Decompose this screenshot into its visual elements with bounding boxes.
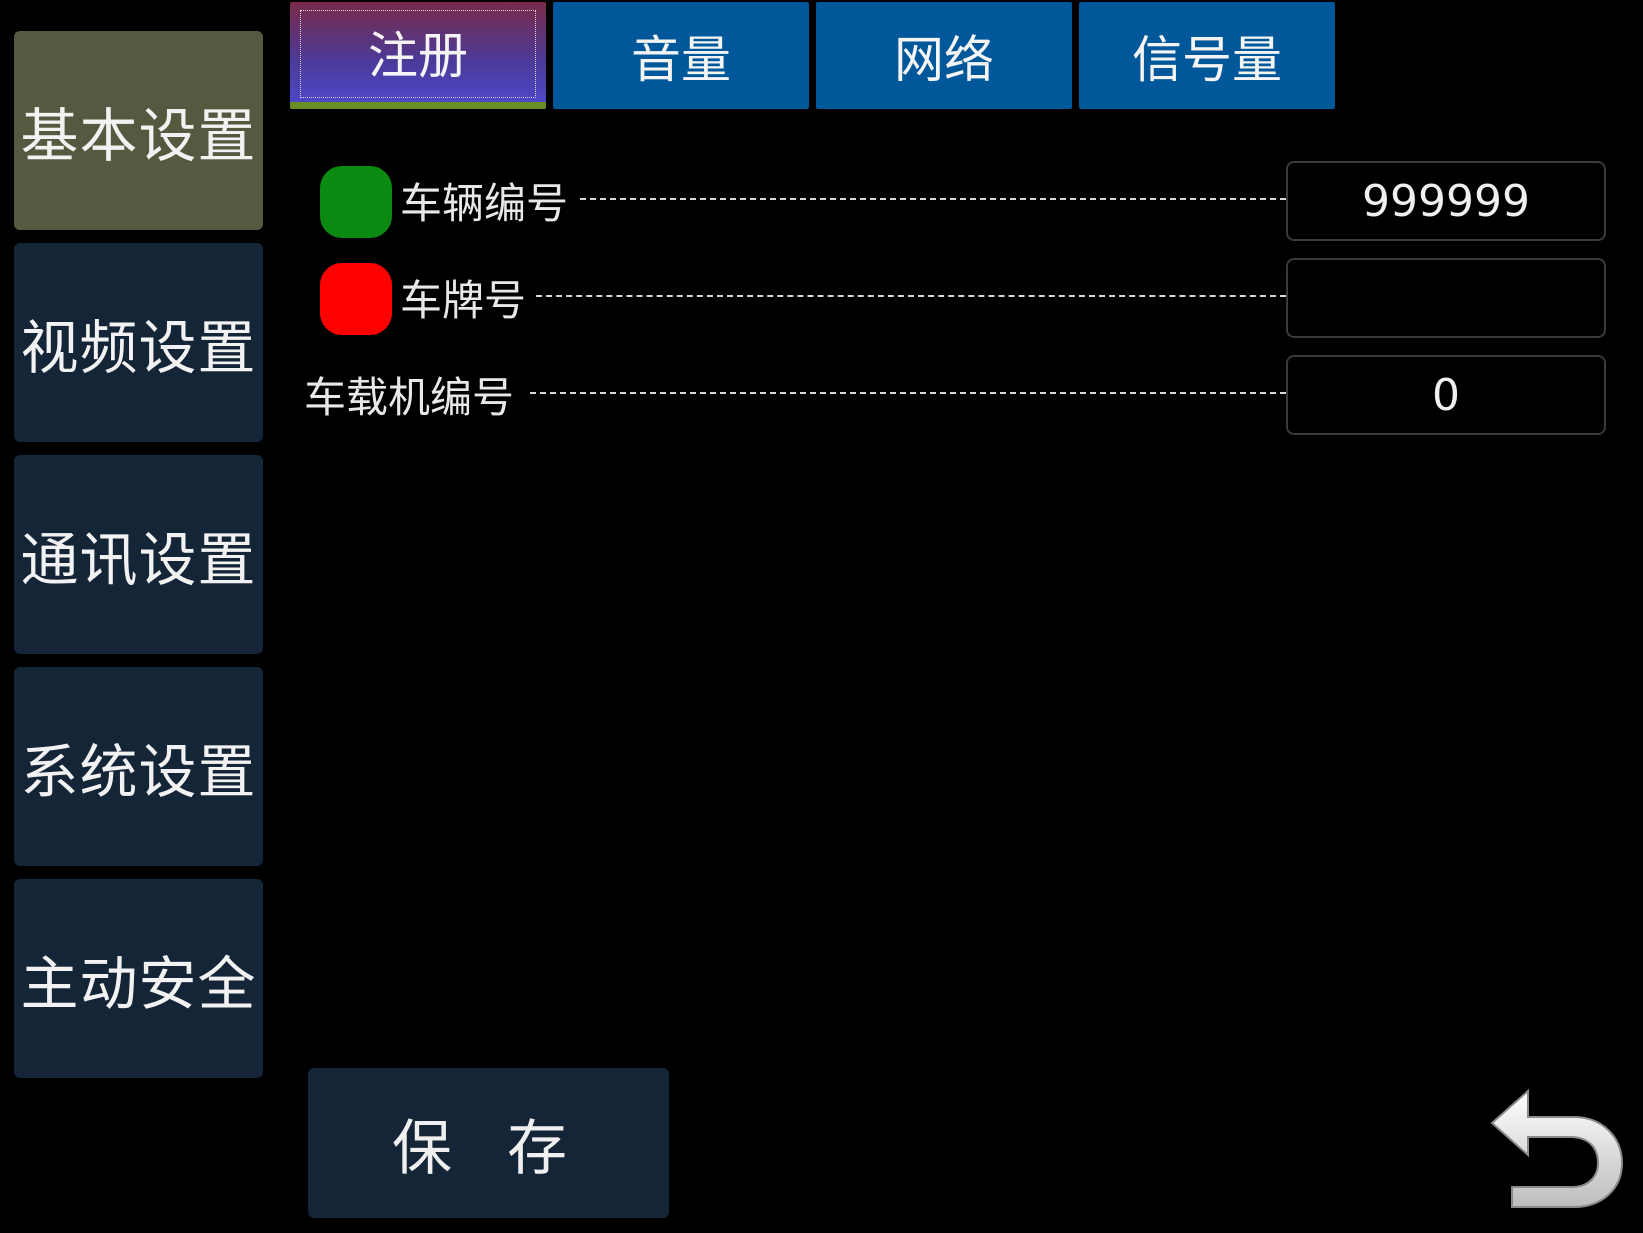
tab-signal[interactable]: 信号量 bbox=[1079, 2, 1335, 109]
back-arrow-icon[interactable] bbox=[1490, 1085, 1630, 1210]
save-button[interactable]: 保 存 bbox=[308, 1068, 669, 1218]
device-number-field[interactable]: 0 bbox=[1286, 355, 1606, 435]
tab-volume[interactable]: 音量 bbox=[553, 2, 809, 109]
row-leader-line bbox=[580, 198, 1286, 200]
vehicle-number-value: 999999 bbox=[1362, 175, 1530, 227]
vehicle-number-label: 车辆编号 bbox=[400, 178, 569, 228]
plate-number-label: 车牌号 bbox=[400, 275, 527, 325]
vehicle-number-status-indicator bbox=[320, 166, 392, 238]
sidebar-item-video-settings[interactable]: 视频设置 bbox=[14, 243, 263, 442]
sidebar-item-system-settings[interactable]: 系统设置 bbox=[14, 667, 263, 866]
tab-registration[interactable]: 注册 bbox=[290, 2, 546, 109]
sidebar-item-active-safety[interactable]: 主动安全 bbox=[14, 879, 263, 1078]
row-leader-line bbox=[536, 295, 1286, 297]
save-button-label: 保 存 bbox=[391, 1113, 586, 1184]
tab-network[interactable]: 网络 bbox=[816, 2, 1072, 109]
plate-number-field[interactable] bbox=[1286, 258, 1606, 338]
tab-volume-label: 音量 bbox=[631, 30, 731, 89]
plate-number-status-indicator bbox=[320, 263, 392, 335]
tab-registration-label: 注册 bbox=[368, 27, 468, 85]
sidebar-item-basic-settings[interactable]: 基本设置 bbox=[14, 31, 263, 230]
tab-signal-label: 信号量 bbox=[1132, 30, 1282, 89]
settings-screen: 基本设置 视频设置 通讯设置 系统设置 主动安全 注册 音量 网络 信号量 车辆… bbox=[0, 0, 1643, 1233]
tab-network-label: 网络 bbox=[894, 30, 994, 89]
vehicle-number-field[interactable]: 999999 bbox=[1286, 161, 1606, 241]
device-number-value: 0 bbox=[1432, 369, 1460, 421]
device-number-label: 车载机编号 bbox=[304, 372, 515, 422]
sidebar-item-communication-settings[interactable]: 通讯设置 bbox=[14, 455, 263, 654]
row-leader-line bbox=[530, 392, 1286, 394]
